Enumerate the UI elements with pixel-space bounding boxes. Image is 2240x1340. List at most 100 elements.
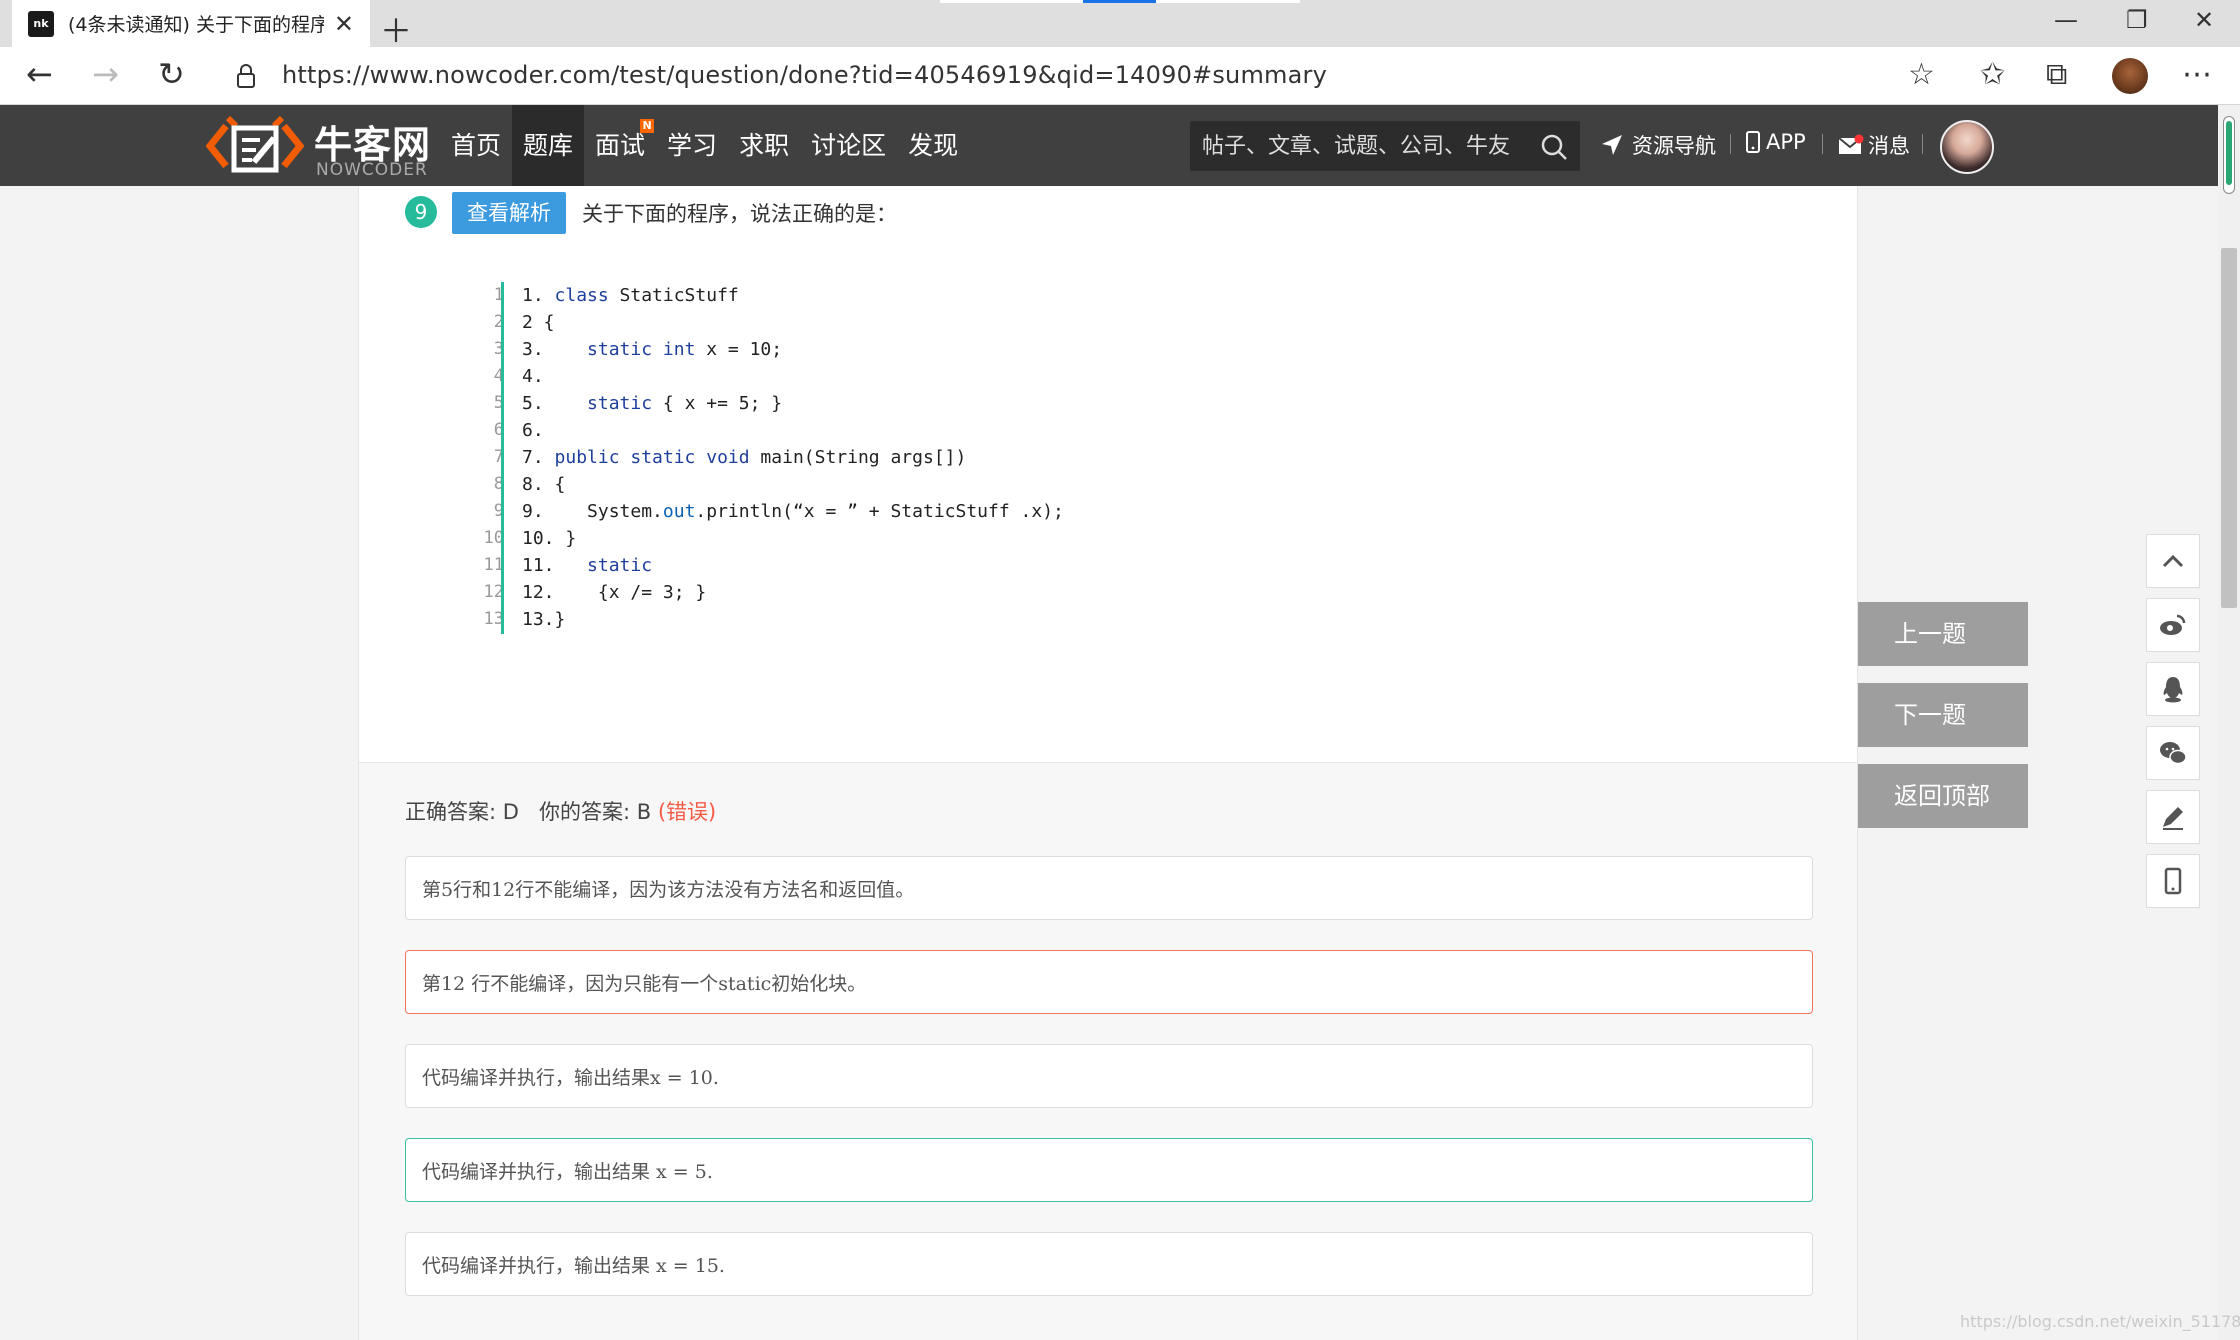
code-accent-bar — [501, 282, 504, 634]
header-divider — [1730, 134, 1731, 154]
nav-home[interactable]: 首页 — [440, 105, 512, 186]
wechat-icon — [2160, 742, 2187, 765]
edit-note-button[interactable] — [2146, 790, 2200, 844]
code-line: 13.} — [522, 609, 566, 630]
tab-close-icon[interactable]: ✕ — [334, 10, 354, 38]
question-text: 关于下面的程序，说法正确的是： — [582, 202, 897, 226]
code-line-numbers: 1 2 3 4 5 6 7 8 9 10 11 12 13 — [456, 282, 504, 633]
share-weibo-button[interactable] — [2146, 598, 2200, 652]
nav-discussion[interactable]: 讨论区 — [800, 105, 897, 186]
line-number: 4 — [493, 366, 504, 386]
app-label: APP — [1766, 130, 1806, 154]
mobile-icon — [2164, 867, 2182, 895]
forward-arrow-icon[interactable]: → — [92, 55, 119, 93]
user-avatar[interactable] — [1940, 120, 1994, 174]
line-number: 7 — [493, 447, 504, 467]
code-lines: 1. class StaticStuff 2 { 3. static int x =… — [522, 282, 1064, 633]
search-icon[interactable] — [1540, 133, 1568, 161]
browser-profile-avatar[interactable] — [2112, 58, 2148, 94]
header-divider — [1822, 134, 1823, 154]
code-line: 6. — [522, 420, 544, 441]
option-b[interactable]: 第12 行不能编译，因为只能有一个static初始化块。 — [405, 950, 1813, 1014]
url-text[interactable]: https://www.nowcoder.com/test/question/d… — [282, 61, 1327, 89]
back-arrow-icon[interactable]: ← — [26, 55, 53, 93]
line-number: 5 — [493, 393, 504, 413]
view-analysis-button[interactable]: 查看解析 — [452, 192, 566, 234]
option-d[interactable]: 代码编译并执行，输出结果 x = 5. — [405, 1138, 1813, 1202]
line-number: 9 — [493, 501, 504, 521]
code-line: 5. static { x += 5; } — [522, 393, 783, 414]
browser-tab[interactable]: nk (4条未读通知) 关于下面的程序, ✕ — [12, 0, 370, 47]
nav-question-bank[interactable]: 题库 — [512, 105, 585, 186]
site-search-input[interactable] — [1202, 121, 1522, 171]
code-line: 1. class StaticStuff — [522, 285, 739, 306]
question-number: 9 — [405, 196, 437, 228]
lock-icon[interactable] — [236, 63, 256, 89]
line-number: 10 — [483, 528, 504, 548]
code-line: 4. — [522, 366, 544, 387]
correct-answer: 正确答案: D — [405, 800, 519, 824]
option-c[interactable]: 代码编译并执行，输出结果x = 10. — [405, 1044, 1813, 1108]
window-close-icon[interactable]: ✕ — [2194, 6, 2214, 34]
mobile-view-button[interactable] — [2146, 854, 2200, 908]
favorites-list-icon[interactable]: ✩ — [1980, 57, 2005, 92]
navigation-arrow-icon — [1602, 135, 1622, 155]
collections-icon[interactable]: ⧉ — [2046, 57, 2067, 92]
pencil-icon — [2163, 807, 2183, 830]
option-a[interactable]: 第5行和12行不能编译，因为该方法没有方法名和返回值。 — [405, 856, 1813, 920]
watermark: https://blog.csdn.net/weixin_51178120 — [1960, 1312, 2240, 1331]
restore-icon[interactable]: ❐ — [2126, 6, 2148, 34]
favorite-star-icon[interactable]: ☆ — [1908, 57, 1935, 92]
line-number: 2 — [493, 312, 504, 332]
line-number: 13 — [483, 609, 504, 629]
share-wechat-button[interactable] — [2146, 726, 2200, 780]
header-scroll-indicator[interactable] — [2223, 116, 2235, 194]
line-number: 1 — [493, 285, 504, 305]
page-scrollbar-thumb[interactable] — [2221, 248, 2237, 608]
nowcoder-favicon-icon: nk — [28, 10, 54, 37]
app-link[interactable]: APP — [1746, 130, 1806, 154]
more-menu-icon[interactable]: ⋯ — [2182, 57, 2212, 92]
mail-icon — [1838, 134, 1864, 154]
address-bar-row: ← → ↻ https://www.nowcoder.com/test/ques… — [0, 47, 2240, 105]
code-line: 2 { — [522, 312, 555, 333]
header-divider — [1922, 134, 1923, 154]
minimize-icon[interactable]: — — [2054, 6, 2078, 34]
browser-tab-bar: nk (4条未读通知) 关于下面的程序, ✕ ＋ — ❐ ✕ — [0, 0, 2240, 50]
line-number: 11 — [483, 555, 504, 575]
share-qq-button[interactable] — [2146, 662, 2200, 716]
nav-discover[interactable]: 发现 — [897, 105, 969, 186]
code-line: 9. System.out.println(“x = ” + StaticStu… — [522, 501, 1064, 522]
new-badge: N — [640, 119, 655, 133]
scroll-top-button[interactable] — [2146, 534, 2200, 588]
refresh-icon[interactable]: ↻ — [158, 55, 185, 93]
code-line: 8. { — [522, 474, 566, 495]
nowcoder-logo-icon[interactable] — [206, 112, 304, 178]
messages-link[interactable]: 消息 — [1838, 130, 1910, 160]
code-line: 7. public static void main(String args[]… — [522, 447, 967, 468]
nav-jobs[interactable]: 求职 — [728, 105, 800, 186]
code-line: 3. static int x = 10; — [522, 339, 783, 360]
option-e[interactable]: 代码编译并执行，输出结果 x = 15. — [405, 1232, 1813, 1296]
chevron-up-icon — [2162, 554, 2184, 568]
nav-learn[interactable]: 学习 — [656, 105, 728, 186]
weibo-icon — [2160, 614, 2186, 635]
site-search-box — [1190, 121, 1580, 171]
nav-interview-label: 面试 — [595, 131, 646, 160]
messages-label: 消息 — [1868, 134, 1910, 158]
next-question-button[interactable]: 下一题 — [1858, 683, 2028, 747]
answer-summary: 正确答案: D 你的答案: B (错误) — [405, 796, 716, 826]
resources-label: 资源导航 — [1632, 134, 1716, 158]
back-to-top-button[interactable]: 返回顶部 — [1858, 764, 2028, 828]
prev-question-button[interactable]: 上一题 — [1858, 602, 2028, 666]
line-number: 8 — [493, 474, 504, 494]
line-number: 3 — [493, 339, 504, 359]
tab-title: (4条未读通知) 关于下面的程序, — [68, 14, 324, 36]
nav-interview[interactable]: 面试 N — [584, 105, 656, 186]
resources-nav-link[interactable]: 资源导航 — [1600, 130, 1716, 160]
code-line: 11. static — [522, 555, 653, 576]
new-tab-plus-icon[interactable]: ＋ — [380, 6, 412, 52]
logo-subtext: NOWCODER — [316, 160, 428, 180]
line-number: 6 — [493, 420, 504, 440]
code-line: 12. {x /= 3; } — [522, 582, 707, 603]
